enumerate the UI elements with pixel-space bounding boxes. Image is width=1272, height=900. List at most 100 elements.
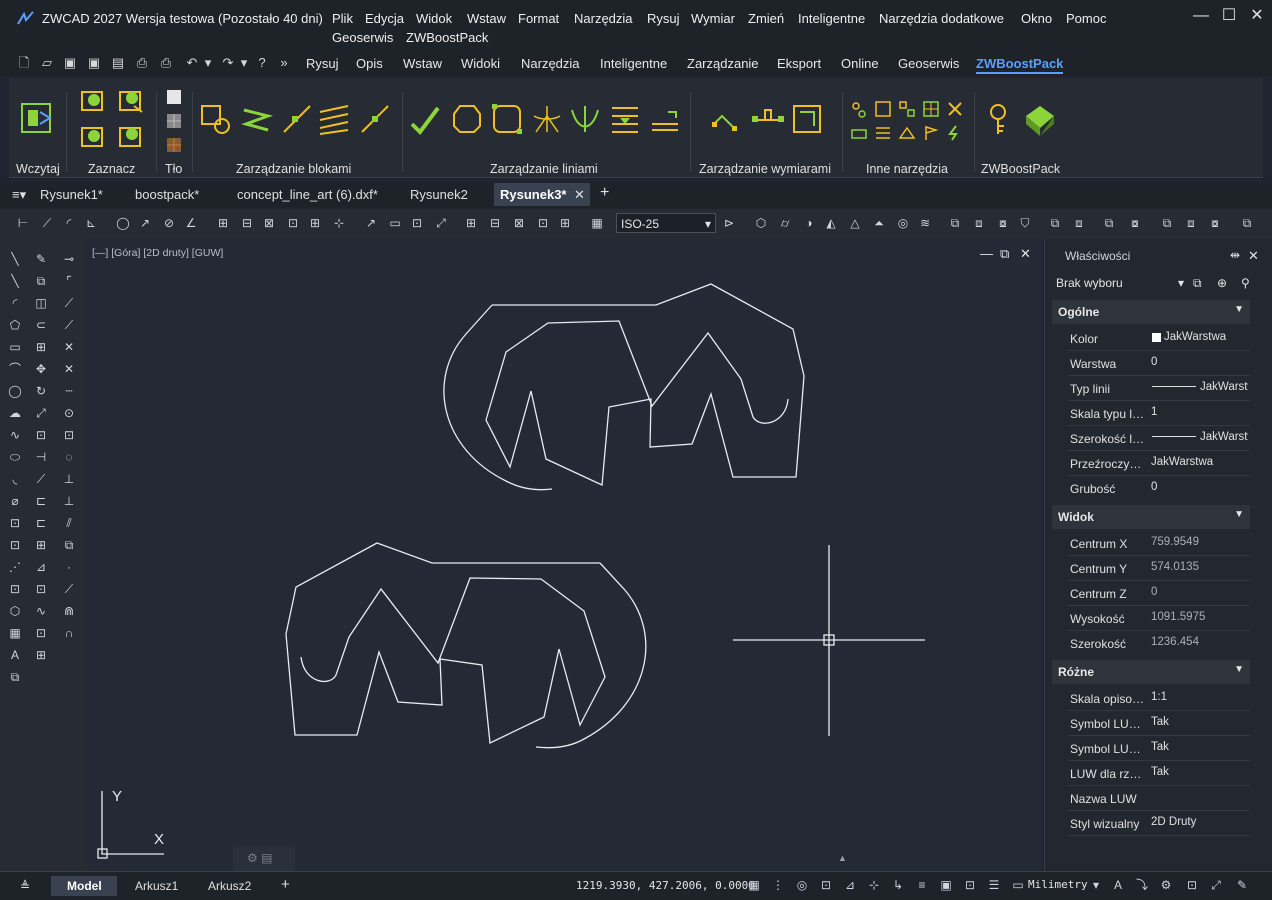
- solid-intersect-icon[interactable]: ⧇: [994, 214, 1012, 232]
- dot-icon[interactable]: ·: [60, 558, 78, 576]
- arc-icon[interactable]: ◜: [6, 294, 24, 312]
- menu-format[interactable]: Format: [518, 11, 559, 26]
- menu-rysuj[interactable]: Rysuj: [647, 11, 680, 26]
- new-file-icon[interactable]: 🗋: [16, 55, 32, 71]
- spline-icon[interactable]: ∿: [6, 426, 24, 444]
- prop-value[interactable]: JakWarstwa: [1151, 456, 1247, 468]
- block-line-icon[interactable]: [280, 102, 314, 136]
- menu-widok[interactable]: Widok: [416, 11, 452, 26]
- ribbon-tab-zarzadzanie[interactable]: Zarządzanie: [687, 56, 759, 71]
- ribbon-tab-geoserwis[interactable]: Geoserwis: [898, 56, 959, 71]
- layer-walk-icon[interactable]: ⧉: [1238, 214, 1256, 232]
- ribbon-tab-wstaw[interactable]: Wstaw: [403, 56, 442, 71]
- load-block-icon[interactable]: [20, 100, 54, 136]
- view-cone-icon[interactable]: △: [846, 214, 864, 232]
- boostpack-book-icon[interactable]: [1022, 102, 1058, 138]
- quick-select-icon[interactable]: ⚲: [1241, 276, 1250, 290]
- arch-icon[interactable]: ⋒: [60, 602, 78, 620]
- select-similar-icon[interactable]: [78, 122, 108, 152]
- tool-cross-icon[interactable]: [946, 100, 964, 118]
- menu-narzedzia-dodatkowe[interactable]: Narzędzia dodatkowe: [879, 11, 1004, 26]
- print-icon[interactable]: ⎙: [134, 55, 150, 71]
- save-all-icon[interactable]: ▤: [110, 55, 126, 71]
- line-offset-icon[interactable]: [608, 102, 642, 136]
- viewport-close-icon[interactable]: ✕: [1020, 246, 1031, 262]
- dim-baseline-icon[interactable]: ⊞: [214, 214, 232, 232]
- ribbon-tab-rysuj[interactable]: Rysuj: [306, 56, 339, 71]
- section-widok[interactable]: Widok ▼: [1052, 505, 1250, 529]
- dim-inspect-icon[interactable]: ▭: [386, 214, 404, 232]
- copy-icon[interactable]: ⧉: [32, 272, 50, 290]
- menu-zwboostpack[interactable]: ZWBoostPack: [406, 30, 488, 45]
- dim-style-icon[interactable]: ▦: [588, 214, 606, 232]
- block-icon[interactable]: ⊡: [6, 514, 24, 532]
- dim-ordinate-icon[interactable]: ⊾: [82, 214, 100, 232]
- revcloud-icon[interactable]: ☁: [6, 404, 24, 422]
- ribbon-tab-opis[interactable]: Opis: [356, 56, 383, 71]
- xline-icon[interactable]: ⊸: [60, 250, 78, 268]
- close-tab-icon[interactable]: ✕: [574, 187, 585, 203]
- ribbon-tab-online[interactable]: Online: [841, 56, 879, 71]
- line-polygon-icon[interactable]: [450, 102, 484, 136]
- dim-arc-icon[interactable]: ◜: [60, 214, 78, 232]
- save-icon[interactable]: ▣: [62, 55, 78, 71]
- prop-value[interactable]: JakWarstwa: [1164, 331, 1260, 343]
- clean-screen-icon[interactable]: ✎: [1234, 877, 1250, 893]
- panel-close-icon[interactable]: ✕: [1248, 248, 1259, 264]
- dim-text-edit-icon[interactable]: ⊞: [462, 214, 480, 232]
- point-icon[interactable]: ⊙: [60, 404, 78, 422]
- slash-icon[interactable]: ⟋: [60, 580, 78, 598]
- lengthen-icon[interactable]: ⟋: [32, 470, 50, 488]
- trim-icon[interactable]: ⟋: [60, 316, 78, 334]
- solid-section-icon[interactable]: ⧇: [1126, 214, 1144, 232]
- view-box-icon[interactable]: ⬡: [752, 214, 770, 232]
- layout-menu-icon[interactable]: ≜: [20, 879, 30, 893]
- section-ogolne[interactable]: Ogólne ▼: [1052, 300, 1250, 324]
- wblock-icon[interactable]: ⊡: [6, 536, 24, 554]
- redo-dropdown-icon[interactable]: ▾: [236, 55, 252, 71]
- array-icon[interactable]: ⊞: [32, 338, 50, 356]
- viewport-minimize-icon[interactable]: —: [980, 246, 993, 261]
- move-icon[interactable]: ✥: [32, 360, 50, 378]
- doc-tab[interactable]: Rysunek1*: [40, 187, 103, 202]
- tool-flag-icon[interactable]: [922, 124, 940, 142]
- section-rozne[interactable]: Różne ▼: [1052, 660, 1250, 684]
- dim-radius-icon[interactable]: ◯: [114, 214, 132, 232]
- doc-tabs-menu-icon[interactable]: ≡▾: [12, 187, 26, 203]
- dim-override-icon[interactable]: ⊡: [534, 214, 552, 232]
- shape-icon[interactable]: ⬡: [6, 602, 24, 620]
- zw-logo-icon[interactable]: [16, 10, 36, 28]
- redo-icon[interactable]: ↷: [220, 55, 236, 71]
- workspace-gear-icon[interactable]: ⚙: [1158, 877, 1174, 893]
- annotation-scale-icon[interactable]: A: [1110, 877, 1126, 893]
- join-icon[interactable]: ⊏: [32, 492, 50, 510]
- line-merge-icon[interactable]: [648, 102, 682, 136]
- grid-icon[interactable]: ▦: [746, 877, 762, 893]
- shape-upper-outline[interactable]: [443, 283, 805, 491]
- selection-cycle-icon[interactable]: ⊡: [962, 877, 978, 893]
- units-icon[interactable]: ▭: [1010, 877, 1026, 893]
- dyn-ucs-icon[interactable]: ↳: [890, 877, 906, 893]
- prop-value[interactable]: Tak: [1151, 741, 1247, 753]
- dim-continue-icon[interactable]: ⊟: [238, 214, 256, 232]
- units-label[interactable]: Milimetry: [1028, 878, 1088, 891]
- chevron-up-icon[interactable]: ▲: [838, 853, 847, 863]
- scale-icon[interactable]: ⤢: [32, 404, 50, 422]
- region-icon[interactable]: ⊥: [60, 470, 78, 488]
- menu-wymiar[interactable]: Wymiar: [691, 11, 735, 26]
- close-icon[interactable]: ✕: [1242, 4, 1272, 28]
- menu-inteligentne[interactable]: Inteligentne: [798, 11, 865, 26]
- prop-value[interactable]: 2D Druty: [1151, 816, 1247, 828]
- tool-grid-icon[interactable]: [922, 100, 940, 118]
- undo-dropdown-icon[interactable]: ▾: [200, 55, 216, 71]
- chamfer-icon[interactable]: ⟋: [60, 294, 78, 312]
- mtext-icon[interactable]: A: [6, 646, 24, 664]
- viewport-restore-icon[interactable]: ⧉: [1000, 246, 1009, 262]
- rectangle-icon[interactable]: ▭: [6, 338, 24, 356]
- block-replace-icon[interactable]: [198, 102, 234, 136]
- ribbon-tab-eksport[interactable]: Eksport: [777, 56, 821, 71]
- ellipse-arc-icon[interactable]: ◟: [6, 470, 24, 488]
- customize-icon[interactable]: ☰: [986, 877, 1002, 893]
- tool-table-icon[interactable]: [898, 100, 916, 118]
- erase-icon[interactable]: ✎: [32, 250, 50, 268]
